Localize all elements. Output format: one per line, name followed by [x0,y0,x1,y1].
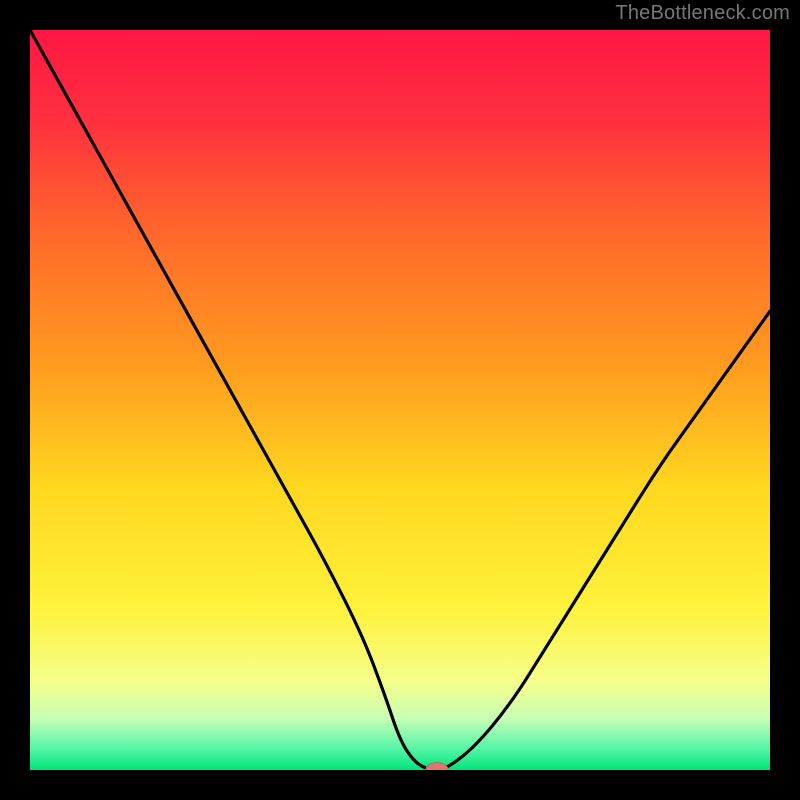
gradient-rect [30,30,770,770]
plot-svg [30,30,770,770]
chart-frame: TheBottleneck.com [0,0,800,800]
watermark-label: TheBottleneck.com [615,2,790,25]
plot-area [30,30,770,770]
